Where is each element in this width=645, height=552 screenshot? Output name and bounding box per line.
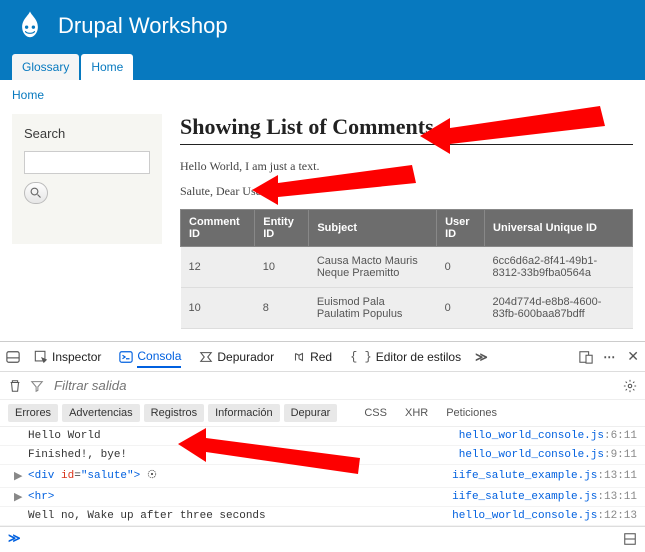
- settings-icon[interactable]: [623, 379, 637, 393]
- devtools-tab-label: Editor de estilos: [376, 350, 461, 364]
- breadcrumb: Home: [12, 88, 633, 102]
- console-log-row: Well no, Wake up after three seconds hell…: [0, 507, 645, 526]
- trash-icon[interactable]: [8, 379, 22, 393]
- annotation-arrow-icon: [252, 165, 422, 205]
- annotation-arrow-icon: [178, 426, 368, 476]
- log-source[interactable]: hello_world_console.js:6:11: [459, 430, 637, 442]
- log-message: Finished!, bye!: [28, 449, 127, 461]
- table-row: 12 10 Causa Macto Mauris Neque Praemitto…: [181, 247, 633, 288]
- cell-subject: Causa Macto Mauris Neque Praemitto: [309, 247, 437, 288]
- drupal-logo-icon: [12, 8, 48, 44]
- devtools-tab-debugger[interactable]: Depurador: [195, 347, 278, 367]
- log-node[interactable]: <hr>: [28, 491, 54, 503]
- split-console-icon[interactable]: [623, 532, 637, 546]
- dock-icon[interactable]: [6, 350, 20, 364]
- filter-logs[interactable]: Registros: [144, 404, 204, 422]
- console-prompt[interactable]: ≫: [8, 531, 21, 546]
- table-row: 10 8 Euismod Pala Paulatim Populus 0 204…: [181, 288, 633, 329]
- filter-icon[interactable]: [30, 379, 44, 393]
- cell-subject: Euismod Pala Paulatim Populus: [309, 288, 437, 329]
- overflow-icon[interactable]: ≫: [475, 350, 488, 364]
- filter-xhr[interactable]: XHR: [398, 404, 435, 422]
- cell-uid: 0: [437, 288, 485, 329]
- col-subject: Subject: [309, 210, 437, 247]
- network-icon: [292, 350, 306, 364]
- filter-warnings[interactable]: Advertencias: [62, 404, 140, 422]
- console-log-row: ▶ <hr> iife_salute_example.js:13:11: [0, 488, 645, 507]
- col-uuid: Universal Unique ID: [485, 210, 633, 247]
- cell-cid: 10: [181, 288, 255, 329]
- devtools-tab-label: Inspector: [52, 350, 101, 364]
- filter-info[interactable]: Información: [208, 404, 279, 422]
- comments-table: Comment ID Entity ID Subject User ID Uni…: [180, 209, 633, 329]
- devtools-tab-inspector[interactable]: Inspector: [30, 347, 105, 367]
- inspector-icon: [34, 350, 48, 364]
- responsive-icon[interactable]: [579, 350, 593, 364]
- log-node[interactable]: <div id="salute">: [28, 470, 140, 482]
- log-message: Hello World: [28, 430, 101, 442]
- log-source[interactable]: iife_salute_example.js:13:11: [452, 491, 637, 503]
- search-button[interactable]: [24, 182, 48, 204]
- devtools-tab-styles[interactable]: { } Editor de estilos: [346, 347, 465, 367]
- filter-requests[interactable]: Peticiones: [439, 404, 504, 422]
- breadcrumb-home[interactable]: Home: [12, 88, 44, 102]
- filter-css[interactable]: CSS: [357, 404, 394, 422]
- cell-uuid: 204d774d-e8b8-4600-83fb-600baa87bdff: [485, 288, 633, 329]
- col-entity-id: Entity ID: [255, 210, 309, 247]
- log-source[interactable]: hello_world_console.js:9:11: [459, 449, 637, 461]
- console-subbar: [0, 372, 645, 400]
- nav-tabs: Glossary Home: [12, 54, 633, 80]
- filter-input[interactable]: [52, 376, 615, 395]
- search-input[interactable]: [24, 151, 150, 174]
- devtools-tab-label: Red: [310, 350, 332, 364]
- more-icon[interactable]: ⋯: [603, 350, 617, 364]
- console-filters: Errores Advertencias Registros Informaci…: [0, 400, 645, 427]
- log-source[interactable]: iife_salute_example.js:13:11: [452, 470, 637, 482]
- devtools-tab-console[interactable]: Consola: [115, 346, 185, 367]
- filter-errors[interactable]: Errores: [8, 404, 58, 422]
- tab-glossary[interactable]: Glossary: [12, 54, 79, 80]
- log-message: Well no, Wake up after three seconds: [28, 510, 266, 522]
- search-heading: Search: [24, 126, 150, 141]
- cell-cid: 12: [181, 247, 255, 288]
- console-icon: [119, 350, 133, 364]
- sidebar-search: Search: [12, 114, 162, 244]
- devtools-tab-label: Consola: [137, 349, 181, 368]
- debugger-icon: [199, 350, 213, 364]
- devtools-tab-network[interactable]: Red: [288, 347, 336, 367]
- console-footer: ≫: [0, 526, 645, 550]
- cell-uuid: 6cc6d6a2-8f41-49b1-8312-33b9fba0564a: [485, 247, 633, 288]
- col-user-id: User ID: [437, 210, 485, 247]
- cell-eid: 8: [255, 288, 309, 329]
- devtools-toolbar: Inspector Consola Depurador Red { } Edit…: [0, 342, 645, 372]
- expand-icon[interactable]: ▶: [14, 490, 22, 504]
- tab-home[interactable]: Home: [81, 54, 133, 80]
- expand-icon[interactable]: ▶: [14, 469, 22, 483]
- search-icon: [30, 187, 42, 199]
- brand: Drupal Workshop: [12, 8, 633, 54]
- log-source[interactable]: hello_world_console.js:12:13: [452, 510, 637, 522]
- close-icon[interactable]: ✕: [627, 348, 639, 365]
- cell-eid: 10: [255, 247, 309, 288]
- target-icon[interactable]: [146, 468, 158, 484]
- col-comment-id: Comment ID: [181, 210, 255, 247]
- site-header: Drupal Workshop Glossary Home: [0, 0, 645, 80]
- site-title: Drupal Workshop: [58, 13, 228, 39]
- annotation-arrow-icon: [420, 106, 620, 156]
- devtools-tab-label: Depurador: [217, 350, 274, 364]
- braces-icon: { }: [350, 350, 372, 364]
- filter-debug[interactable]: Depurar: [284, 404, 338, 422]
- cell-uid: 0: [437, 247, 485, 288]
